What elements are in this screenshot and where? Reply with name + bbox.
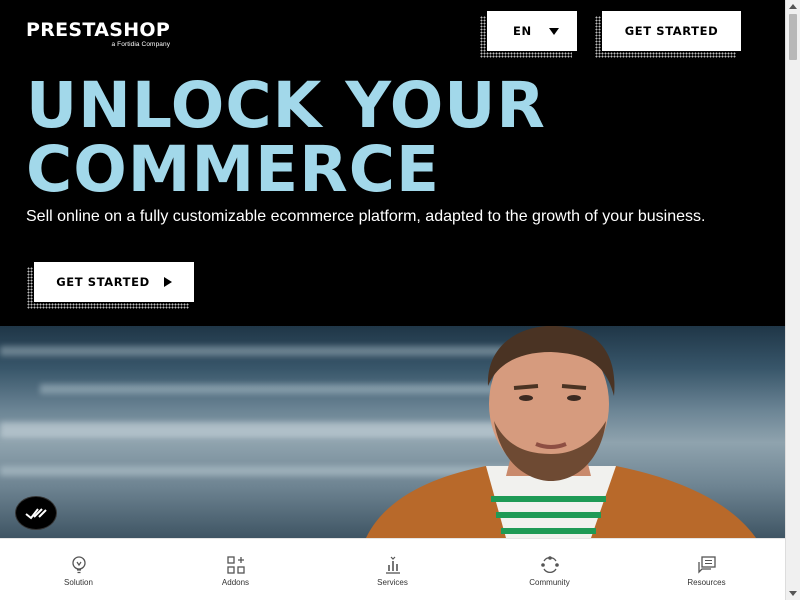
accessibility-badge[interactable] [16,497,56,529]
hero-subtitle: Sell online on a fully customizable ecom… [26,208,706,225]
caret-down-icon [548,27,559,35]
community-cycle-icon [540,556,559,573]
man-portrait [366,326,756,538]
scroll-down-icon[interactable] [789,591,797,596]
lightbulb-icon [71,556,86,574]
nav-label: Solution [64,578,93,587]
page: PRESTASHOP a Fortidia Company EN GET STA… [0,0,785,600]
nav-label: Services [377,578,408,587]
nav-item-addons[interactable]: Addons [157,539,314,600]
services-chart-icon [385,556,400,574]
nav-item-resources[interactable]: Resources [628,539,785,600]
resources-chat-icon [697,556,716,574]
prestashop-logo[interactable]: PRESTASHOP a Fortidia Company [26,20,170,48]
bottom-nav: Solution Addons Services Community Resou… [0,538,785,600]
play-arrow-icon [163,277,172,287]
language-label: EN [513,24,532,38]
nav-item-services[interactable]: Services [314,539,471,600]
check-swoosh-icon [25,508,47,520]
nav-item-community[interactable]: Community [471,539,628,600]
headline-line-1: UNLOCK YOUR [26,69,546,142]
header-get-started-wrapper: GET STARTED [595,10,742,58]
vertical-scrollbar[interactable] [785,0,800,600]
nav-label: Community [529,578,570,587]
scrollbar-thumb[interactable] [789,14,797,60]
hero-get-started-button[interactable]: GET STARTED [33,261,195,303]
hero-headline: UNLOCK YOUR COMMERCE [26,74,546,202]
addons-grid-icon [226,556,245,574]
headline-line-2: COMMERCE [26,133,440,206]
logo-text: PRESTASHOP [26,19,171,41]
scroll-up-icon[interactable] [789,4,797,9]
logo-subtext: a Fortidia Company [111,41,171,48]
hero-cta-label: GET STARTED [56,275,150,289]
header-get-started-button[interactable]: GET STARTED [601,10,742,52]
language-selector-wrapper: EN [480,10,578,58]
hero-photo [0,326,785,538]
language-selector[interactable]: EN [486,10,578,52]
nav-label: Addons [221,578,250,587]
nav-item-solution[interactable]: Solution [0,539,157,600]
nav-label: Resources [687,578,726,587]
hero-get-started-wrapper: GET STARTED [27,261,195,309]
